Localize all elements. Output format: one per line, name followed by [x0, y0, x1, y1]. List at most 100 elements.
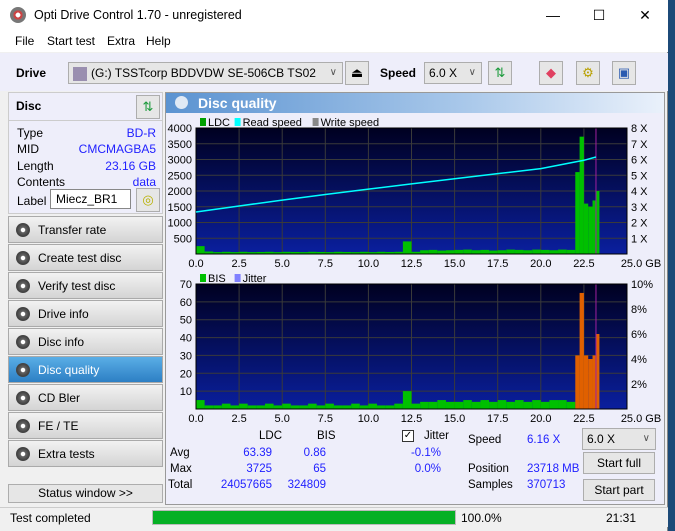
x-tick-label: 22.5 [573, 413, 594, 424]
x-tick-label: 0.0 [188, 258, 203, 270]
legend-swatch [200, 118, 206, 126]
speed-select[interactable]: 6.0 X ∨ [424, 62, 482, 84]
legend-label: Jitter [243, 273, 267, 285]
disc-quality-icon [175, 96, 188, 109]
ldc-bar [588, 206, 593, 254]
nav-item-label: Disc quality [38, 363, 100, 377]
ldc-bar [583, 203, 589, 254]
length-value: 23.16 GB [105, 159, 156, 173]
settings-button[interactable]: ⚙ [576, 61, 600, 85]
bis-bar [480, 400, 490, 409]
x-tick-label: 25.0 GB [621, 258, 661, 270]
nav-item-disc-info[interactable]: Disc info [8, 328, 163, 355]
bis-bar [377, 405, 386, 409]
disc-icon [16, 447, 30, 461]
nav-item-create-test-disc[interactable]: Create test disc [8, 244, 163, 271]
y-tick-label: 70 [180, 279, 192, 291]
disc-icon [16, 391, 30, 405]
type-value: BD-R [126, 126, 156, 140]
ldc-bar [437, 250, 446, 254]
disc-info-box: Disc ⇅ Type BD-R MID CMCMAGBA5 Length 23.16… [8, 92, 163, 214]
bis-bar [588, 359, 593, 409]
erase-button[interactable]: ◆ [539, 61, 563, 85]
y2-tick-label: 1 X [631, 233, 648, 245]
bis-bar [221, 403, 231, 409]
charts-svg: 500 1000 1500 2000 2500 3000 3500 4000 1 X 2 X 3 X… [168, 117, 662, 424]
y2-tick-label: 8 X [631, 123, 648, 135]
maximize-button[interactable]: ☐ [576, 0, 622, 30]
nav-item-verify-test-disc[interactable]: Verify test disc [8, 272, 163, 299]
bis-bar [325, 403, 334, 409]
nav-item-extra-tests[interactable]: Extra tests [8, 440, 163, 467]
nav-item-cd-bler[interactable]: CD Bler [8, 384, 163, 411]
eraser-icon: ◆ [546, 65, 556, 80]
bis-bar [385, 405, 395, 409]
x-tick-label: 7.5 [318, 258, 333, 270]
col-ldc-header: LDC [259, 430, 283, 442]
label-label: Label [17, 194, 47, 208]
nav-item-disc-quality[interactable]: Disc quality [8, 356, 163, 383]
bis-bar [230, 405, 240, 409]
save-icon: ▣ [617, 65, 631, 80]
bis-bar [497, 400, 507, 409]
nav-item-fe-te[interactable]: FE / TE [8, 412, 163, 439]
refresh-icon: ⇅ [494, 65, 506, 80]
mid-value: CMCMAGBA5 [78, 142, 156, 156]
contents-label: Contents [17, 175, 66, 189]
left-panel: Disc ⇅ Type BD-R MID CMCMAGBA5 Length 23.16… [8, 92, 163, 505]
disc-icon [16, 335, 30, 349]
jitter-checkbox[interactable]: ✓ [402, 430, 414, 442]
x-tick-label: 10.0 [358, 413, 379, 424]
ldc-bar [454, 249, 464, 254]
refresh-button[interactable]: ⇅ [488, 61, 512, 85]
bis-bar [463, 400, 472, 409]
ldc-bar [592, 200, 596, 254]
y-tick-label: 1000 [168, 218, 192, 230]
x-tick-label: 25.0 GB [621, 413, 661, 424]
close-button[interactable]: ✕ [622, 0, 668, 30]
eject-button[interactable]: ⏏ [345, 61, 369, 85]
bis-bar [402, 391, 412, 409]
minimize-button[interactable]: — [530, 0, 576, 30]
bis-bar [316, 405, 326, 409]
bis-bar [428, 401, 438, 409]
y-tick-label: 3000 [168, 155, 192, 167]
start-full-button[interactable]: Start full [583, 452, 655, 474]
ldc-bar [420, 250, 429, 254]
speed-value: 6.0 X [429, 66, 458, 80]
bis-bar [549, 400, 559, 409]
menu-file[interactable]: File [15, 34, 34, 48]
total-ldc: 24057665 [220, 479, 272, 491]
disc-icon [16, 307, 30, 321]
panel-header: Disc quality [166, 93, 664, 113]
save-button[interactable]: ▣ [612, 61, 636, 85]
speed-stat-label: Speed [468, 434, 502, 446]
y-tick-label: 30 [180, 350, 192, 362]
max-bis: 65 [313, 463, 326, 475]
menu-extra[interactable]: Extra [107, 34, 135, 48]
ldc-bar [558, 249, 567, 254]
nav-item-transfer-rate[interactable]: Transfer rate [8, 216, 163, 243]
total-bis: 324809 [287, 479, 326, 491]
ldc-bar [523, 250, 533, 254]
disc-refresh-button[interactable]: ⇅ [136, 95, 160, 119]
drive-select[interactable]: (G:) TSSTcorp BDDVDW SE-506CB TS02 ∨ [68, 62, 343, 84]
start-part-button[interactable]: Start part [583, 479, 655, 501]
nav-item-drive-info[interactable]: Drive info [8, 300, 163, 327]
bis-bar [204, 405, 214, 409]
chevron-down-icon: ∨ [642, 433, 650, 444]
label-input[interactable]: Miecz_BR1 [50, 189, 131, 209]
menu-start-test[interactable]: Start test [47, 34, 95, 48]
x-tick-label: 5.0 [275, 413, 290, 424]
x-tick-label: 17.5 [487, 413, 508, 424]
bis-bar [595, 334, 600, 409]
x-tick-label: 7.5 [318, 413, 333, 424]
ldc-bar [402, 241, 412, 254]
refresh-icon: ⇅ [142, 99, 154, 114]
status-window-button[interactable]: Status window >> [8, 484, 163, 503]
contents-value: data [132, 175, 156, 189]
menu-help[interactable]: Help [146, 34, 171, 48]
test-speed-select[interactable]: 6.0 X ∨ [582, 428, 656, 450]
disc-label-button[interactable]: ◎ [136, 188, 160, 212]
avg-bis: 0.86 [303, 447, 326, 459]
